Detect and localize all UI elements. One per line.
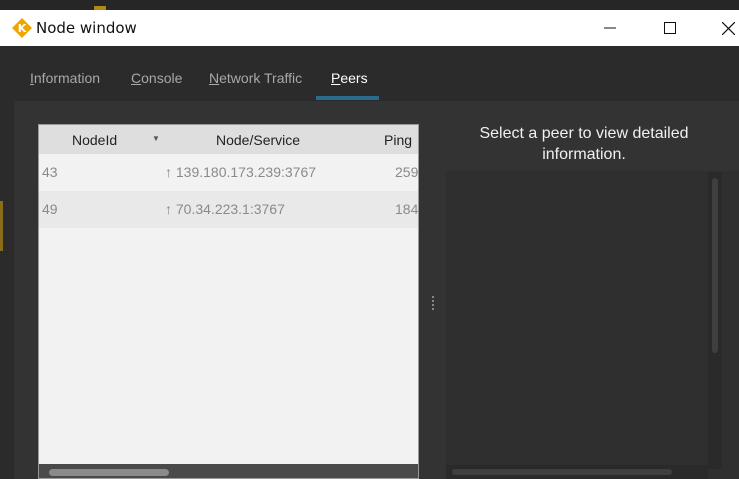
tab-network-traffic[interactable]: Network Traffic	[209, 68, 302, 88]
left-accent	[0, 201, 3, 251]
tab-console[interactable]: Console	[131, 68, 182, 88]
maximize-button[interactable]	[647, 10, 693, 46]
maximize-icon	[664, 22, 676, 34]
minimize-button[interactable]	[587, 10, 633, 46]
peer-detail-area	[446, 171, 739, 479]
left-edge	[0, 46, 14, 479]
app-logo-icon: K	[11, 17, 33, 39]
detail-vertical-scrollbar[interactable]	[708, 172, 722, 469]
column-header-nodeid[interactable]: NodeId	[72, 132, 117, 148]
cell-ping: 259	[395, 164, 419, 180]
close-icon	[721, 21, 735, 35]
tab-information[interactable]: Information	[30, 68, 100, 88]
tab-label: etwork Traffic	[219, 70, 303, 86]
tab-bar: Information Console Network Traffic Peer…	[0, 46, 739, 101]
title-bar[interactable]: K Node window	[0, 10, 739, 46]
table-row[interactable]: 49 ↑ 70.34.223.1:3767 184	[39, 191, 419, 228]
table-header: NodeId ▼ Node/Service Ping	[39, 125, 418, 154]
node-window: K Node window Information Console Networ…	[0, 0, 739, 479]
cell-nodeid: 49	[42, 201, 58, 217]
scrollbar-thumb[interactable]	[452, 469, 672, 475]
scrollbar-thumb[interactable]	[712, 178, 718, 353]
tab-accel: C	[131, 70, 142, 86]
minimize-icon	[604, 27, 616, 29]
tab-accel: P	[331, 70, 341, 86]
detail-horizontal-scrollbar[interactable]	[446, 465, 708, 479]
cell-nodeid: 43	[42, 164, 58, 180]
tab-label: onsole	[141, 70, 183, 86]
sort-down-icon: ▼	[152, 134, 160, 143]
peer-detail-message: Select a peer to view detailed informati…	[479, 125, 689, 163]
svg-text:K: K	[18, 22, 27, 35]
table-row[interactable]: 43 ↑ 139.180.173.239:3767 259	[39, 154, 419, 191]
cell-ping: 184	[395, 201, 419, 217]
tab-peers[interactable]: Peers	[331, 68, 368, 88]
tab-label: eers	[340, 70, 368, 86]
tab-label: nformation	[33, 70, 101, 86]
cell-service: ↑ 70.34.223.1:3767	[165, 201, 285, 217]
peer-table[interactable]: NodeId ▼ Node/Service Ping 43 ↑ 139.180.…	[38, 124, 419, 479]
close-button[interactable]	[705, 10, 739, 46]
scrollbar-thumb[interactable]	[49, 469, 169, 476]
peers-panel: NodeId ▼ Node/Service Ping 43 ↑ 139.180.…	[14, 101, 739, 479]
table-horizontal-scrollbar[interactable]	[39, 464, 418, 478]
active-tab-indicator	[316, 96, 379, 100]
splitter-handle[interactable]	[431, 296, 435, 312]
cell-service: ↑ 139.180.173.239:3767	[165, 164, 317, 180]
column-header-ping[interactable]: Ping	[384, 132, 412, 148]
window-title: Node window	[36, 19, 137, 37]
background-strip	[0, 0, 739, 10]
column-header-service[interactable]: Node/Service	[216, 132, 300, 148]
tab-accel: N	[209, 70, 220, 86]
